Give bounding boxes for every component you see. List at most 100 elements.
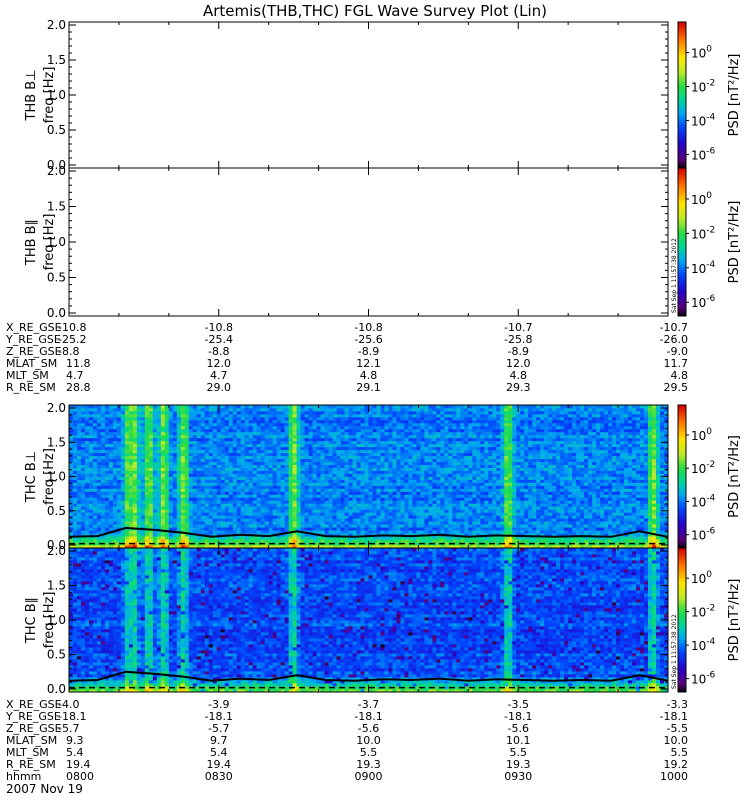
spectrogram-cell bbox=[312, 407, 317, 412]
spectrogram-cell bbox=[276, 419, 282, 424]
spectrogram-cell bbox=[88, 443, 94, 448]
spectrogram-cell bbox=[80, 512, 86, 516]
spectrogram-cell bbox=[396, 497, 401, 501]
spectrogram-cell bbox=[292, 422, 298, 427]
spectrogram-cell bbox=[248, 428, 254, 433]
spectrogram-cell bbox=[164, 473, 170, 477]
spectrogram-cell bbox=[92, 473, 98, 477]
spectrogram-cell bbox=[180, 524, 186, 528]
spectrogram-cell bbox=[356, 518, 361, 522]
spectrogram-cell bbox=[288, 455, 294, 460]
spectrogram-cell bbox=[244, 425, 250, 430]
spectrogram-cell bbox=[168, 497, 174, 501]
spectrogram-cell bbox=[316, 539, 321, 543]
spectrogram-cell bbox=[204, 440, 210, 445]
spectrogram-cell bbox=[388, 440, 393, 445]
spectrogram-cell bbox=[284, 494, 290, 498]
spectrogram-cell bbox=[288, 434, 294, 439]
spectrogram-cell bbox=[84, 416, 90, 421]
spectrogram-cell bbox=[268, 425, 274, 430]
spectrogram-cell bbox=[324, 422, 329, 427]
spectrogram-cell bbox=[136, 476, 142, 480]
spectrogram-cell bbox=[296, 476, 302, 480]
spectrogram-cell bbox=[196, 530, 202, 534]
spectrogram-cell bbox=[236, 506, 242, 510]
spectrogram-cell bbox=[376, 473, 381, 477]
spectrogram-cell bbox=[228, 503, 234, 507]
spectrogram-cell bbox=[352, 416, 357, 421]
spectrogram-cell bbox=[244, 405, 250, 409]
spectrogram-cell bbox=[168, 407, 174, 412]
spectrogram-cell bbox=[388, 443, 393, 448]
spectrogram-cell bbox=[400, 530, 405, 534]
spectrogram-cell bbox=[352, 437, 357, 442]
spectrogram-cell bbox=[284, 425, 290, 430]
spectrogram-cell bbox=[408, 467, 413, 471]
spectrogram-cell bbox=[184, 449, 190, 454]
spectrogram-cell bbox=[396, 464, 401, 468]
spectrogram-cell bbox=[248, 440, 254, 445]
spectrogram-cell bbox=[88, 497, 94, 501]
spectrogram-cell bbox=[436, 410, 441, 415]
spectrogram-cell bbox=[116, 440, 122, 445]
spectrogram-cell bbox=[128, 491, 134, 495]
spectrogram-cell bbox=[332, 464, 337, 468]
spectrogram-cell bbox=[320, 488, 325, 492]
spectrogram-cell bbox=[436, 425, 441, 430]
spectrogram-cell bbox=[88, 410, 94, 415]
spectrogram-cell bbox=[372, 530, 377, 534]
spectrogram-cell bbox=[236, 461, 242, 465]
spectrogram-cell bbox=[164, 413, 170, 418]
spectrogram-cell bbox=[188, 455, 194, 460]
spectrogram-cell bbox=[456, 470, 461, 474]
spectrogram-cell bbox=[452, 494, 457, 498]
spectrogram-cell bbox=[440, 497, 445, 501]
spectrogram-cell bbox=[72, 425, 78, 430]
spectrogram-cell bbox=[220, 428, 226, 433]
spectrogram-cell bbox=[380, 464, 385, 468]
spectrogram-cell bbox=[288, 518, 294, 522]
spectrogram-cell bbox=[92, 407, 98, 412]
spectrogram-cell bbox=[316, 482, 321, 486]
spectrogram-cell bbox=[304, 494, 309, 498]
spectrogram-cell bbox=[312, 431, 317, 436]
spectrogram-cell bbox=[248, 515, 254, 519]
spectrogram-cell bbox=[136, 467, 142, 471]
spectrogram-cell bbox=[376, 431, 381, 436]
spectrogram-cell bbox=[204, 482, 210, 486]
spectrogram-cell bbox=[300, 521, 305, 525]
spectrogram-cell bbox=[444, 434, 449, 439]
spectrogram-cell bbox=[84, 437, 90, 442]
spectrogram-cell bbox=[69, 416, 74, 421]
spectrogram-cell bbox=[164, 479, 170, 483]
spectrogram-cell bbox=[124, 405, 130, 409]
spectrogram-cell bbox=[140, 503, 146, 507]
spectrogram-cell bbox=[456, 518, 461, 522]
spectrogram-cell bbox=[348, 476, 353, 480]
spectrogram-cell bbox=[240, 443, 246, 448]
spectrogram-cell bbox=[348, 410, 353, 415]
spectrogram-cell bbox=[120, 437, 126, 442]
spectrogram-cell bbox=[392, 527, 397, 531]
spectrogram-cell bbox=[308, 458, 313, 463]
spectrogram-cell bbox=[268, 467, 274, 471]
spectrogram-cell bbox=[436, 440, 441, 445]
spectrogram-cell bbox=[316, 407, 321, 412]
spectrogram-cell bbox=[248, 431, 254, 436]
spectrogram-cell bbox=[284, 482, 290, 486]
spectrogram-cell bbox=[172, 533, 178, 537]
spectrogram-cell bbox=[292, 461, 298, 465]
spectrogram-cell bbox=[268, 446, 274, 451]
spectrogram-cell bbox=[92, 405, 98, 409]
spectrogram-cell bbox=[176, 455, 182, 460]
y-axis-title: freq [Hz] bbox=[42, 214, 57, 271]
spectrogram-cell bbox=[252, 521, 258, 525]
spectrogram-cell bbox=[240, 521, 246, 525]
spectrogram-cell bbox=[228, 446, 234, 451]
spectrogram-cell bbox=[168, 500, 174, 504]
plot-title: Artemis(THB,THC) FGL Wave Survey Plot (L… bbox=[203, 2, 547, 20]
spectrogram-cell bbox=[152, 470, 158, 474]
spectrogram-cell bbox=[128, 461, 134, 465]
spectrogram-cell bbox=[240, 500, 246, 504]
spectrogram-cell bbox=[348, 437, 353, 442]
